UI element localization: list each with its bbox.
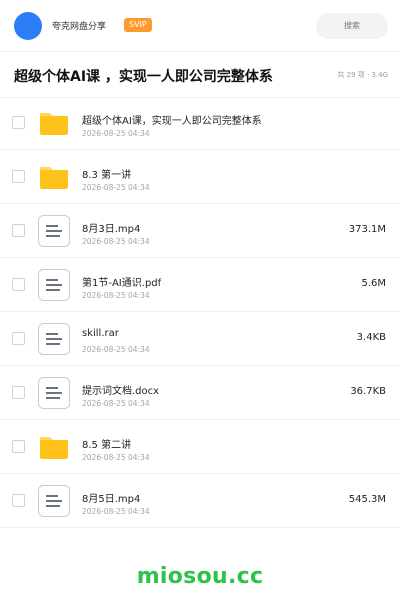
file-name[interactable]: 提示词文档.docx <box>82 382 159 397</box>
file-row[interactable]: 8.5 第二讲 2026-08-25 04:34 <box>0 420 400 474</box>
file-name[interactable]: 8.3 第一讲 <box>82 166 131 181</box>
file-name[interactable]: 第1节-AI通识.pdf <box>82 274 161 289</box>
file-size: 373.1M <box>348 224 386 235</box>
search-input[interactable] <box>316 13 388 39</box>
file-name[interactable]: 8月5日.mp4 <box>82 490 140 505</box>
file-date: 2026-08-25 04:34 <box>82 237 150 246</box>
file-row[interactable]: 8.3 第一讲 2026-08-25 04:34 <box>0 150 400 204</box>
select-checkbox[interactable] <box>12 386 25 399</box>
file-row[interactable]: 8月3日.mp4 2026-08-25 04:34 373.1M <box>0 204 400 258</box>
folder-icon <box>38 161 70 193</box>
file-size: 36.7KB <box>350 386 386 397</box>
file-icon <box>38 485 70 517</box>
select-checkbox[interactable] <box>12 440 25 453</box>
file-size: 3.4KB <box>356 332 386 343</box>
file-row[interactable]: 第1节-AI通识.pdf 2026-08-25 04:34 5.6M <box>0 258 400 312</box>
file-date: 2026-08-25 04:34 <box>82 399 150 408</box>
svip-badge: SVIP <box>124 18 152 32</box>
file-row[interactable]: skill.rar 2026-08-25 04:34 3.4KB <box>0 312 400 366</box>
file-size: 545.3M <box>348 494 386 505</box>
select-checkbox[interactable] <box>12 116 25 129</box>
file-name[interactable]: skill.rar <box>82 328 119 339</box>
file-date: 2026-08-25 04:34 <box>82 291 150 300</box>
file-name[interactable]: 超级个体AI课，实现一人即公司完整体系 <box>82 112 262 127</box>
file-icon <box>38 377 70 409</box>
file-row[interactable]: 8月5日.mp4 2026-08-25 04:34 545.3M <box>0 474 400 528</box>
file-name[interactable]: 8月3日.mp4 <box>82 220 140 235</box>
folder-icon <box>38 431 70 463</box>
file-row[interactable]: 提示词文档.docx 2026-08-25 04:34 36.7KB <box>0 366 400 420</box>
file-icon <box>38 323 70 355</box>
file-size: 5.6M <box>361 278 386 289</box>
avatar[interactable] <box>14 12 42 40</box>
file-name[interactable]: 8.5 第二讲 <box>82 436 131 451</box>
file-date: 2026-08-25 04:34 <box>82 345 150 354</box>
share-header: 夸克网盘分享 SVIP <box>0 0 400 52</box>
select-checkbox[interactable] <box>12 278 25 291</box>
folder-icon <box>38 107 70 139</box>
file-list: 超级个体AI课，实现一人即公司完整体系 2026-08-25 04:34 8.3 第… <box>0 96 400 528</box>
file-icon <box>38 269 70 301</box>
select-checkbox[interactable] <box>12 170 25 183</box>
page-title: 超级个体AI课 ，实现一人即公司完整体系 <box>14 69 273 85</box>
select-checkbox[interactable] <box>12 494 25 507</box>
file-icon <box>38 215 70 247</box>
file-date: 2026-08-25 04:34 <box>82 129 150 138</box>
share-title-bar: 超级个体AI课 ，实现一人即公司完整体系 共 29 项 · 3.4G <box>0 52 400 98</box>
file-date: 2026-08-25 04:34 <box>82 507 150 516</box>
watermark: miosou.cc <box>136 564 264 589</box>
select-checkbox[interactable] <box>12 224 25 237</box>
footer: miosou.cc <box>0 546 400 600</box>
file-date: 2026-08-25 04:34 <box>82 453 150 462</box>
share-owner-name: 夸克网盘分享 <box>52 22 107 32</box>
share-meta: 共 29 项 · 3.4G <box>337 71 388 79</box>
file-row[interactable]: 超级个体AI课，实现一人即公司完整体系 2026-08-25 04:34 <box>0 96 400 150</box>
file-date: 2026-08-25 04:34 <box>82 183 150 192</box>
select-checkbox[interactable] <box>12 332 25 345</box>
